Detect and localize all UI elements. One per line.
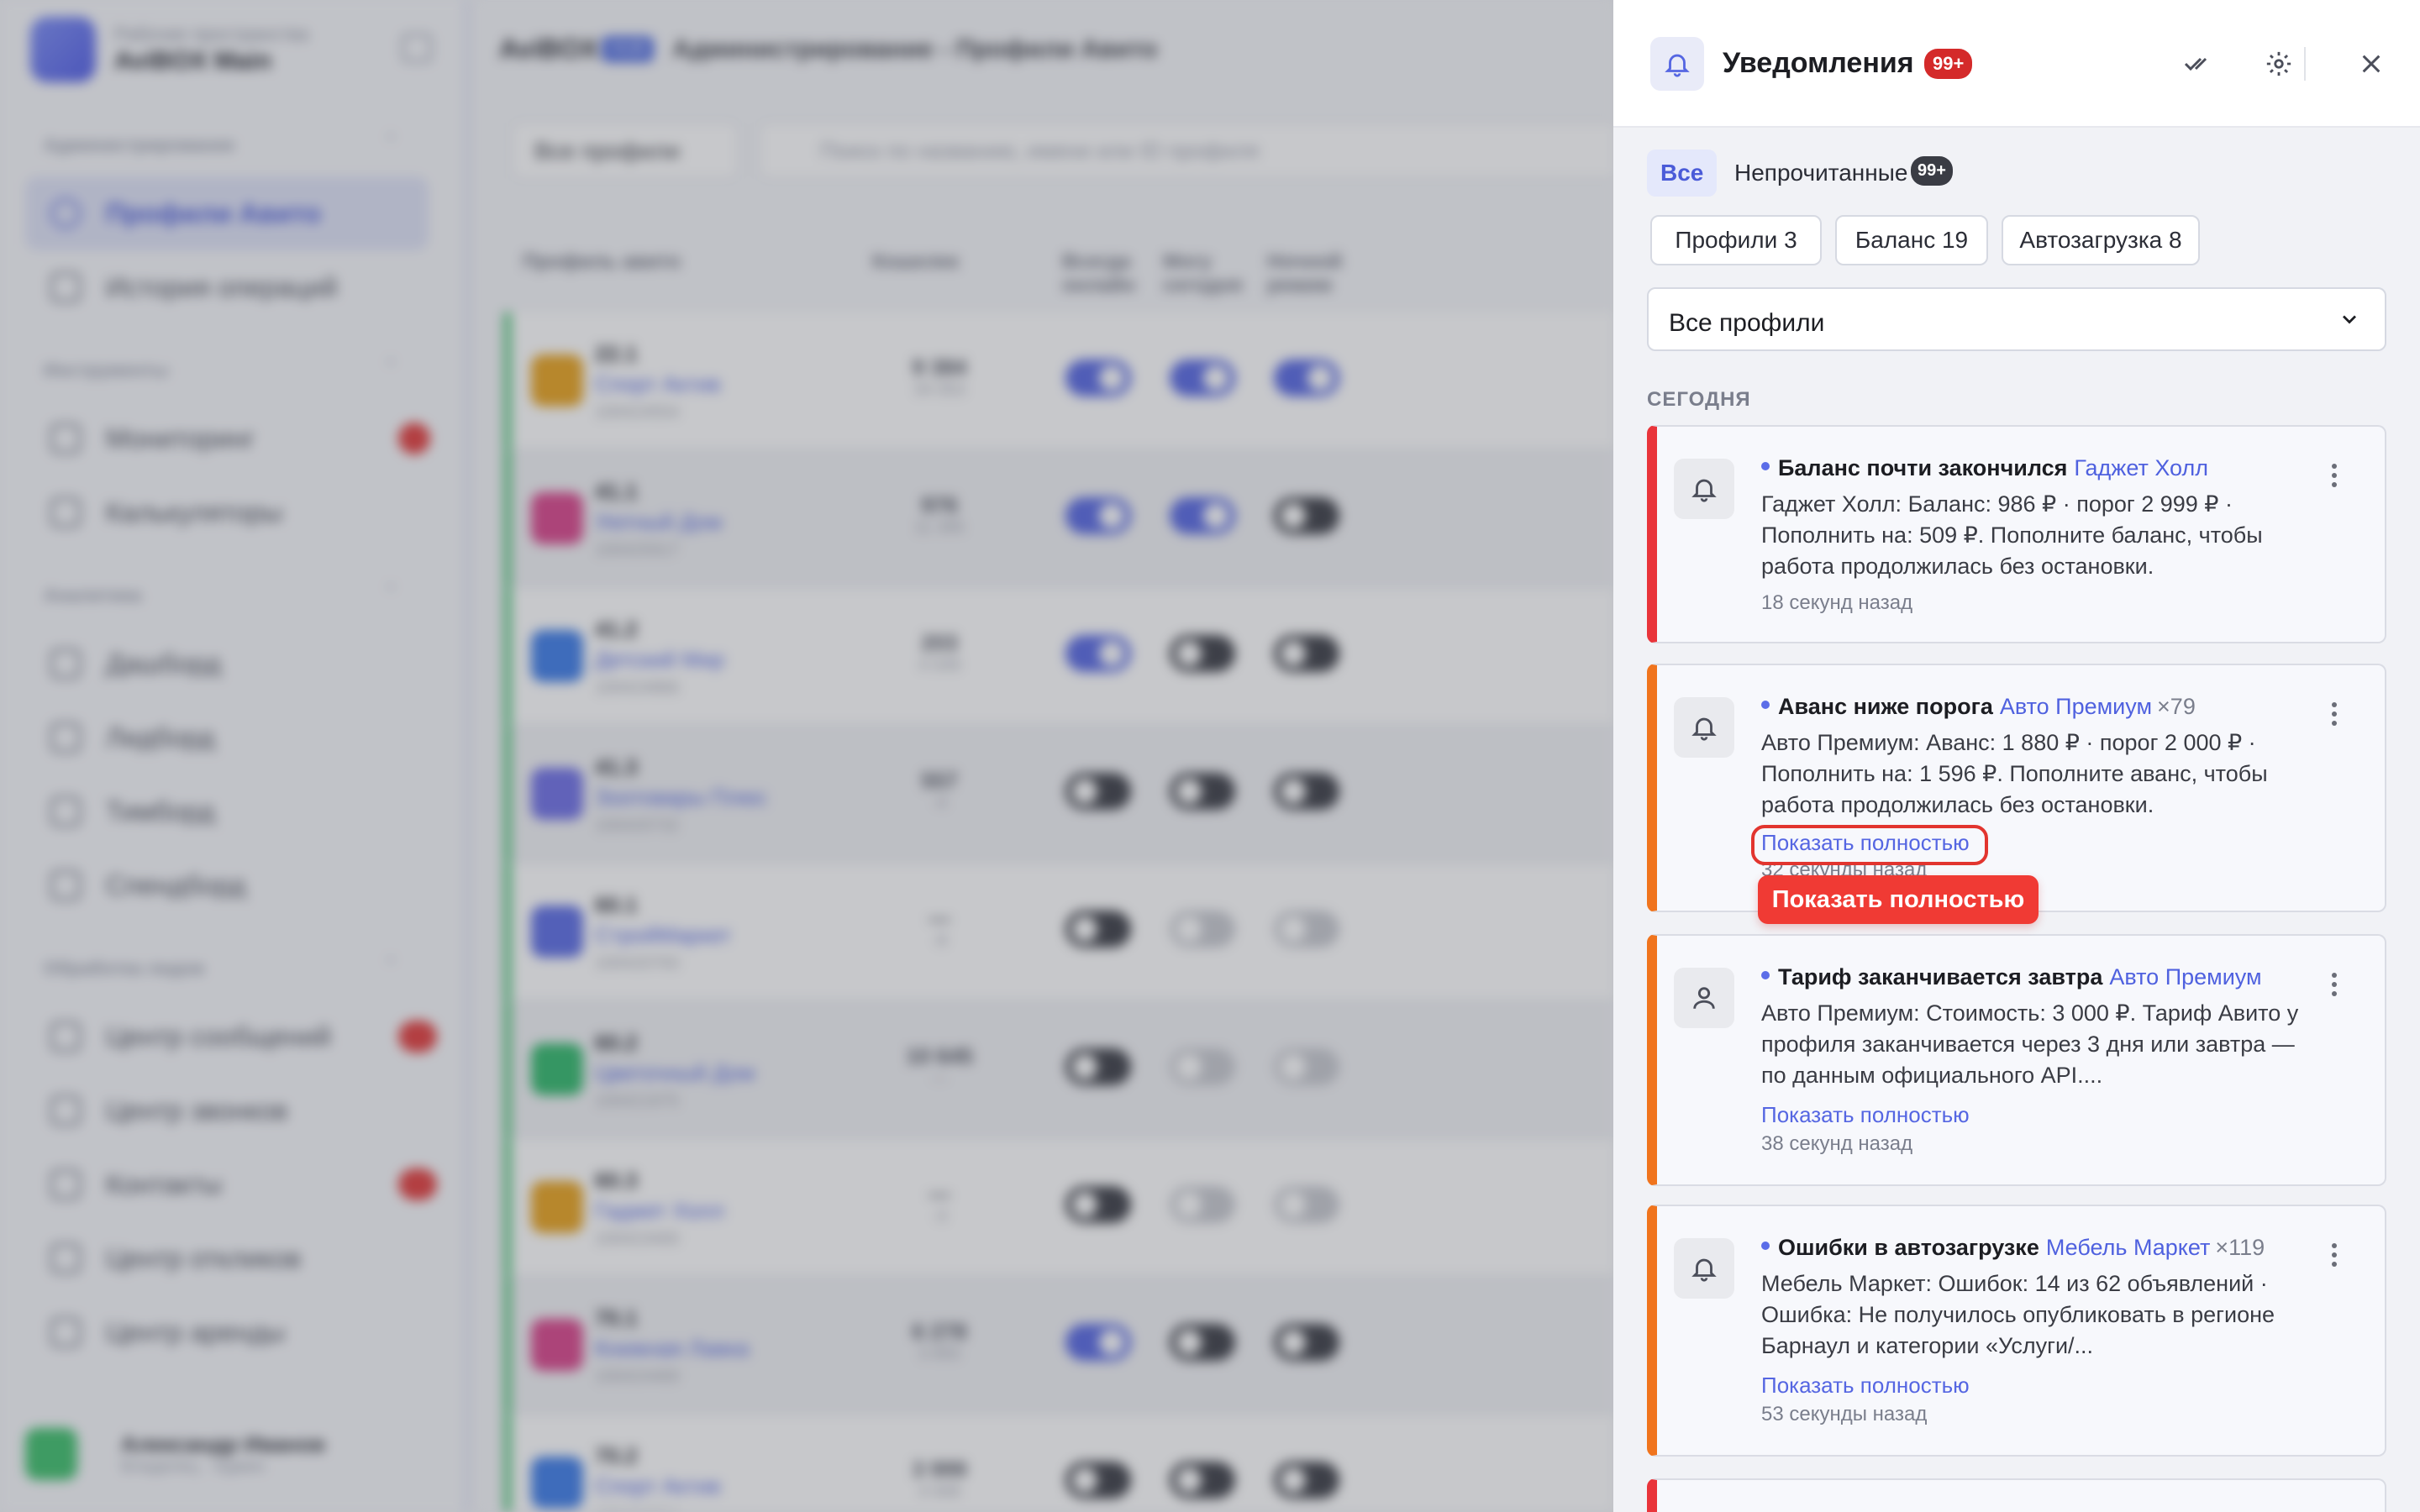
more-options-icon[interactable] [2324,697,2344,731]
notification-body: Авто Премиум: Аванс: 1 880 ₽ · порог 2 0… [1761,730,2268,817]
notification-card[interactable]: Ошибки в автозагрузке Мебель Маркет ×119 М… [1647,1205,2386,1457]
show-more-link[interactable]: Показать полностью [1761,1373,1970,1399]
mark-all-read-icon[interactable] [2173,39,2223,89]
unread-dot [1761,1241,1770,1250]
repeat-count: ×79 [2157,694,2196,719]
unread-tab-badge: 99+ [1911,156,1953,186]
notification-time: 18 секунд назад [1761,591,1913,614]
tooltip: Показать полностью [1758,875,2039,924]
panel-header: Уведомления 99+ [1613,0,2420,128]
unread-dot [1761,700,1770,709]
profile-link[interactable]: Мебель Маркет [2046,1235,2211,1260]
notification-card[interactable] [1647,1478,2386,1512]
notification-title: Ошибки в автозагрузке Мебель Маркет ×119 [1761,1235,2265,1261]
profile-select[interactable]: Все профили [1647,287,2386,351]
chip-profiles[interactable]: Профили 3 [1650,215,1822,265]
day-group-label: СЕГОДНЯ [1647,388,1751,411]
notification-card[interactable]: Баланс почти закончился Гаджет Холл Гадже… [1647,425,2386,643]
profile-link[interactable]: Авто Премиум [2000,694,2152,719]
close-icon[interactable] [2346,39,2396,89]
panel-title: Уведомления [1723,47,1914,79]
notification-card[interactable]: Тариф заканчивается завтра Авто Премиум А… [1647,934,2386,1186]
unread-count-badge: 99+ [1924,49,1973,79]
notification-body: Мебель Маркет: Ошибок: 14 из 62 объявлен… [1761,1271,2275,1358]
more-options-icon[interactable] [2324,459,2344,492]
bell-icon [1650,37,1704,91]
notification-title: Тариф заканчивается завтра Авто Премиум [1761,964,2262,990]
notification-time: 53 секунды назад [1761,1403,1928,1425]
notification-body: Авто Премиум: Стоимость: 3 000 ₽. Тариф … [1761,1000,2299,1088]
repeat-count: ×119 [2215,1235,2265,1260]
bell-icon [1674,1238,1734,1299]
more-options-icon[interactable] [2324,968,2344,1001]
profile-select-value: Все профили [1669,309,1825,337]
profile-link[interactable]: Гаджет Холл [2074,455,2208,480]
chip-autoload[interactable]: Автозагрузка 8 [2002,215,2200,265]
notifications-panel: Уведомления 99+ Все Непрочитанные 99+ Пр… [1613,0,2420,1512]
modal-backdrop[interactable] [0,0,1613,1512]
chip-balance[interactable]: Баланс 19 [1835,215,1988,265]
notification-title: Баланс почти закончился Гаджет Холл [1761,455,2208,481]
chevron-down-icon [2338,307,2361,338]
more-options-icon[interactable] [2324,1238,2344,1272]
bell-icon [1674,459,1734,519]
tab-all[interactable]: Все [1647,150,1718,197]
show-more-link[interactable]: Показать полностью [1761,1102,1970,1128]
header-divider [2304,47,2306,81]
tab-unread[interactable]: Непрочитанные [1734,160,1907,186]
highlight-ring [1751,825,1988,865]
unread-dot [1761,461,1770,470]
notification-title: Аванс ниже порога Авто Премиум ×79 [1761,694,2196,720]
user-icon [1674,968,1734,1028]
unread-dot [1761,970,1770,979]
bell-icon [1674,697,1734,758]
notification-body: Гаджет Холл: Баланс: 986 ₽ · порог 2 999… [1761,491,2263,579]
settings-icon[interactable] [2254,39,2304,89]
profile-link[interactable]: Авто Премиум [2109,964,2261,990]
notification-time: 38 секунд назад [1761,1132,1913,1155]
